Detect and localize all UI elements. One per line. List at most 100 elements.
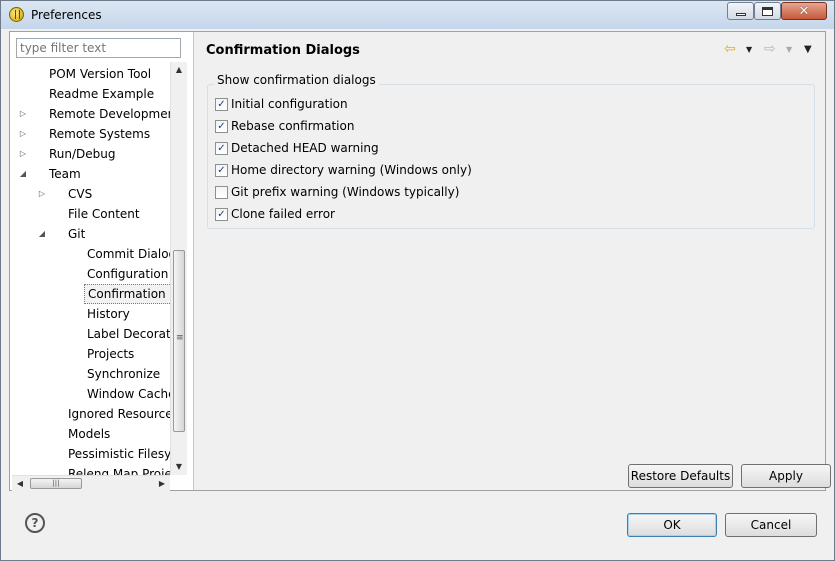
scroll-down-icon[interactable]: ▼ [171, 459, 187, 475]
collapsed-arrow-icon[interactable]: ▷ [18, 124, 28, 144]
minimize-button[interactable] [727, 2, 754, 20]
scroll-left-icon[interactable]: ◀ [12, 476, 28, 492]
expanded-arrow-icon[interactable]: ◢ [18, 164, 28, 184]
checkbox[interactable]: ✓ [215, 141, 228, 155]
horizontal-scrollbar-thumb[interactable]: ||| [30, 478, 82, 489]
dialog-body: POM Version Tool Readme Example ▷ Remote De… [9, 31, 831, 492]
preference-navigation: POM Version Tool Readme Example ▷ Remote De… [10, 32, 194, 492]
expanded-arrow-icon[interactable]: ◢ [37, 224, 47, 244]
tree-item[interactable]: Commit Dialog [12, 244, 170, 264]
checkbox[interactable]: ✓ [215, 163, 228, 177]
option-checkbox-row[interactable]: Git prefix warning (Windows typically) [215, 182, 459, 202]
cancel-button[interactable]: Cancel [725, 513, 817, 537]
checkbox-label: Home directory warning (Windows only) [231, 163, 472, 177]
tree-item[interactable]: History [12, 304, 170, 324]
tree-item[interactable]: Window Cache [12, 384, 170, 404]
minimize-icon [735, 12, 746, 16]
tree-item-label: Git [68, 227, 86, 241]
tree-item[interactable]: Label Decorations [12, 324, 170, 344]
close-icon: ✕ [798, 3, 810, 19]
tree-item-label: POM Version Tool [49, 67, 152, 81]
back-arrow-icon[interactable]: ⇦ [724, 40, 736, 58]
tree-item[interactable]: Confirmation Dialogs [12, 284, 170, 304]
tree-item[interactable]: Releng Map Projects [12, 464, 170, 475]
checkbox[interactable] [215, 185, 228, 199]
checkbox[interactable]: ✓ [215, 207, 228, 221]
dialog-button-bar: ? OK Cancel [1, 493, 834, 560]
option-checkbox-row[interactable]: ✓ Rebase confirmation [215, 116, 354, 136]
back-history-dropdown-icon[interactable]: ▼ [746, 40, 752, 60]
tree-item[interactable]: POM Version Tool [12, 64, 170, 84]
tree-item[interactable]: ▷ Run/Debug [12, 144, 170, 164]
ok-button[interactable]: OK [627, 513, 717, 537]
tree-item[interactable]: Projects [12, 344, 170, 364]
tree-horizontal-scrollbar[interactable]: ◀ ||| ▶ [12, 475, 170, 492]
preference-tree[interactable]: POM Version Tool Readme Example ▷ Remote De… [12, 62, 170, 475]
tree-item[interactable]: ◢ Git [12, 224, 170, 244]
collapsed-arrow-icon[interactable]: ▷ [37, 184, 47, 204]
tree-item[interactable]: File Content [12, 204, 170, 224]
grip-icon: ≡ [176, 333, 184, 343]
tree-item[interactable]: ◢ Team [12, 164, 170, 184]
tree-item-label: Window Cache [87, 387, 170, 401]
preferences-window: Preferences ✕ POM Version Tool Readme Exa… [0, 0, 835, 561]
tree-item[interactable]: ▷ CVS [12, 184, 170, 204]
tree-item-label: Releng Map Projects [68, 467, 170, 475]
scroll-right-icon[interactable]: ▶ [154, 476, 170, 492]
tree-item-label: Projects [87, 347, 135, 361]
checkbox-label: Git prefix warning (Windows typically) [231, 185, 460, 199]
option-checkbox-row[interactable]: ✓ Clone failed error [215, 204, 335, 224]
restore-defaults-button[interactable]: Restore Defaults [628, 464, 733, 488]
checkbox-label: Rebase confirmation [231, 119, 355, 133]
option-checkbox-row[interactable]: ✓ Initial configuration [215, 94, 348, 114]
checkbox-label: Detached HEAD warning [231, 141, 379, 155]
tree-item-label: Remote Systems [49, 127, 151, 141]
tree-item-label: Synchronize [87, 367, 161, 381]
checkbox[interactable]: ✓ [215, 119, 228, 133]
tree-item[interactable]: Models [12, 424, 170, 444]
forward-history-dropdown-icon[interactable]: ▼ [786, 40, 792, 60]
page-navigation: ⇦ ▼ ⇨ ▼ ▼ [724, 40, 824, 60]
collapsed-arrow-icon[interactable]: ▷ [18, 144, 28, 164]
filter-input[interactable] [16, 38, 181, 58]
tree-item-label: Label Decorations [87, 327, 170, 341]
forward-arrow-icon[interactable]: ⇨ [764, 40, 776, 58]
scroll-up-icon[interactable]: ▲ [171, 62, 187, 78]
collapsed-arrow-icon[interactable]: ▷ [18, 104, 28, 124]
tree-item[interactable]: Synchronize [12, 364, 170, 384]
group-label: Show confirmation dialogs [214, 73, 379, 87]
tree-item-label: History [87, 307, 130, 321]
apply-button[interactable]: Apply [741, 464, 831, 488]
tree-item-label: Readme Example [49, 87, 155, 101]
tree-item[interactable]: Pessimistic Filesystem [12, 444, 170, 464]
checkbox[interactable]: ✓ [215, 97, 228, 111]
tree-item[interactable]: Readme Example [12, 84, 170, 104]
scrollbar-thumb[interactable]: ≡ [173, 250, 185, 432]
tree-item-label: File Content [68, 207, 140, 221]
tree-item-label: Pessimistic Filesystem [68, 447, 170, 461]
tree-item-label: Models [68, 427, 111, 441]
option-checkbox-row[interactable]: ✓ Detached HEAD warning [215, 138, 379, 158]
tree-item[interactable]: ▷ Remote Systems [12, 124, 170, 144]
maximize-icon [762, 6, 773, 16]
tree-item-label: Run/Debug [49, 147, 116, 161]
tree-item-label: Remote Development [49, 107, 170, 121]
tree-item-label: Ignored Resources [68, 407, 170, 421]
tree-item-label: Confirmation Dialogs [84, 284, 170, 304]
tree-item[interactable]: ▷ Remote Development [12, 104, 170, 124]
option-checkbox-row[interactable]: ✓ Home directory warning (Windows only) [215, 160, 472, 180]
page-title: Confirmation Dialogs [206, 43, 360, 58]
checkbox-label: Initial configuration [231, 97, 348, 111]
view-menu-icon[interactable]: ▼ [804, 40, 812, 60]
close-button[interactable]: ✕ [781, 2, 827, 20]
tree-item[interactable]: Configuration [12, 264, 170, 284]
tree-item-label: CVS [68, 187, 93, 201]
title-bar[interactable]: Preferences ✕ [1, 1, 834, 29]
tree-item-label: Commit Dialog [87, 247, 170, 261]
tree-item[interactable]: Ignored Resources [12, 404, 170, 424]
tree-vertical-scrollbar[interactable]: ▲ ≡ ▼ [170, 62, 187, 475]
help-icon[interactable]: ? [25, 513, 45, 533]
preference-page: Confirmation Dialogs ⇦ ▼ ⇨ ▼ ▼ Show conf… [194, 32, 831, 490]
checkbox-label: Clone failed error [231, 207, 335, 221]
maximize-button[interactable] [754, 2, 781, 20]
